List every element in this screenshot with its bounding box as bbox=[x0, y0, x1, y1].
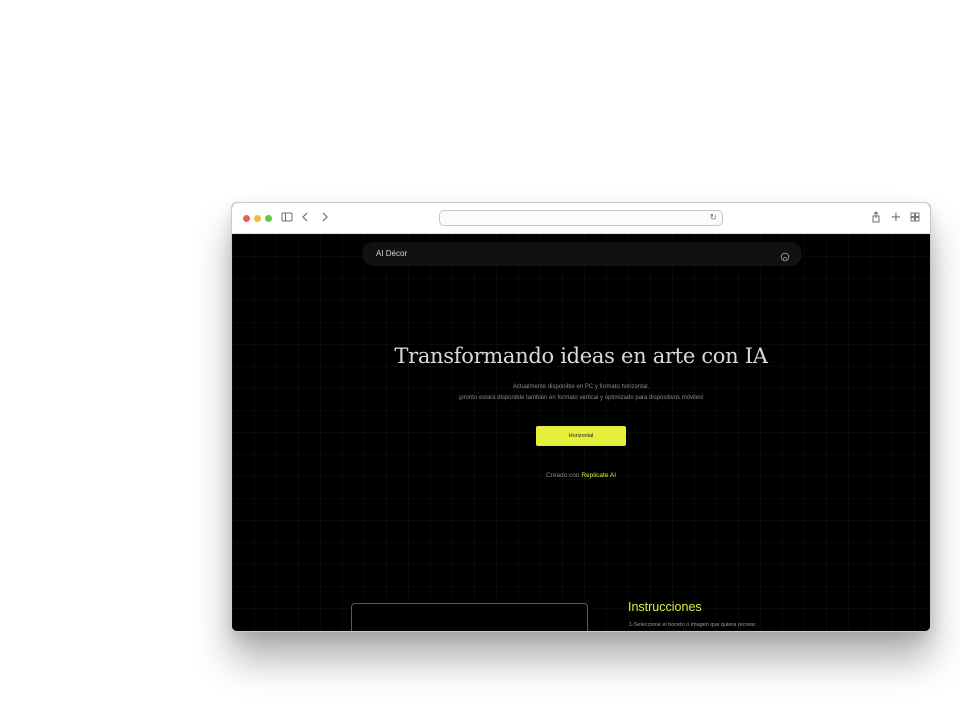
hero-subtitle-line1: Actualmente disponible en PC y formato h… bbox=[512, 384, 650, 390]
desktop-stage: ↻ + AI Décor Transformando ideas en arte… bbox=[0, 0, 960, 720]
browser-window: ↻ + AI Décor Transformando ideas en arte… bbox=[231, 202, 931, 632]
browser-toolbar: ↻ + bbox=[232, 203, 930, 234]
replicate-link[interactable]: Replicate AI bbox=[581, 472, 616, 479]
close-window-button[interactable] bbox=[243, 215, 250, 222]
hero-title: Transformando ideas en arte con IA bbox=[394, 344, 768, 368]
github-icon[interactable] bbox=[780, 249, 790, 262]
reload-icon[interactable]: ↻ bbox=[709, 211, 717, 225]
sidebar-icon[interactable] bbox=[280, 211, 294, 225]
tab-grid-icon[interactable] bbox=[908, 211, 922, 225]
instructions-title: Instrucciones bbox=[628, 600, 702, 614]
site-navbar: AI Décor bbox=[362, 242, 802, 266]
chevron-left-icon[interactable] bbox=[298, 211, 312, 225]
brand-logo[interactable]: AI Décor bbox=[376, 242, 407, 266]
maximize-window-button[interactable] bbox=[265, 215, 272, 222]
minimize-window-button[interactable] bbox=[254, 215, 261, 222]
credit-line: Creado con Replicate AI bbox=[232, 472, 930, 479]
share-icon[interactable] bbox=[869, 211, 883, 225]
hero-subtitle-line2: ¡pronto estará disponible también en for… bbox=[458, 395, 704, 401]
chevron-right-icon[interactable] bbox=[318, 211, 332, 225]
credit-prefix: Creado con bbox=[545, 472, 580, 479]
page-content: AI Décor Transformando ideas en arte con… bbox=[232, 234, 930, 631]
instruction-step: 1-Seleccione el boceto o imagen que quie… bbox=[629, 622, 756, 628]
horizontal-button[interactable]: Horizontal bbox=[536, 426, 626, 446]
plus-icon[interactable]: + bbox=[889, 211, 903, 225]
image-upload-area[interactable] bbox=[351, 603, 588, 631]
address-bar[interactable]: ↻ bbox=[439, 210, 723, 226]
